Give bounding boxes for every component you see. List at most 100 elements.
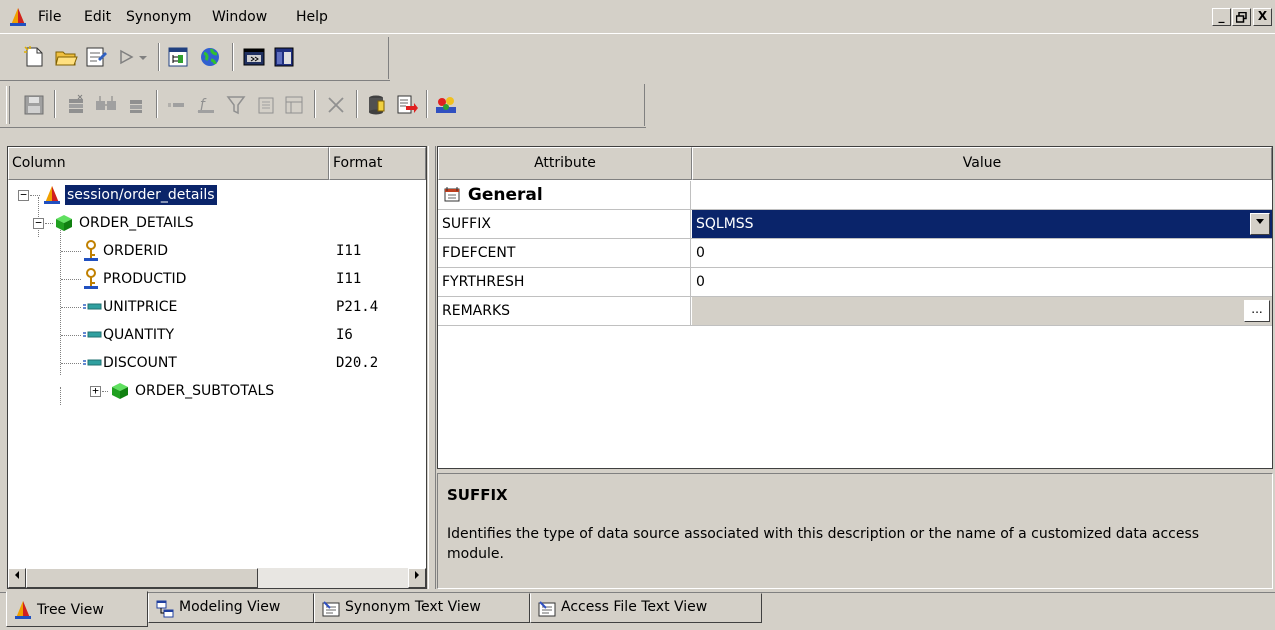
segment-icon[interactable] [64,93,88,117]
group-icon [444,187,460,202]
computed-field-icon[interactable]: ƒ [194,93,218,117]
open-folder-icon[interactable] [54,45,78,69]
globe-icon[interactable] [198,45,222,69]
properties-panel: Attribute Value General SUFFIX SQLMSS FD… [437,146,1273,469]
minimize-button[interactable]: _ [1212,8,1231,26]
field-label[interactable]: ORDERID [103,241,168,261]
remarks-value[interactable]: ... [692,297,1272,325]
menu-synonym[interactable]: Synonym [126,9,191,25]
restore-button[interactable] [1232,8,1251,26]
horizontal-scrollbar[interactable] [8,568,426,588]
collapse-toggle[interactable]: − [33,217,44,229]
properties-icon[interactable] [84,45,108,69]
tab-tree-view[interactable]: Tree View [6,591,148,627]
tree-row-field[interactable]: PRODUCTID I11 [8,265,426,293]
tree-row-subsegment[interactable]: + ORDER_SUBTOTALS [8,377,426,405]
export-icon[interactable] [394,93,418,117]
toolbar-separator [426,90,428,118]
field-label[interactable]: UNITPRICE [103,297,177,317]
tab-access-file-text-view[interactable]: Access File Text View [530,593,762,623]
property-value[interactable]: 0 [692,239,1272,267]
property-row-fyrthresh[interactable]: FYRTHRESH 0 [438,268,1272,297]
toolbar-grip[interactable] [6,86,10,124]
filter-icon[interactable] [224,93,248,117]
save-icon[interactable] [22,93,46,117]
tab-label: Synonym Text View [345,599,481,615]
property-attribute: FDEFCENT [438,239,691,267]
new-icon[interactable] [22,45,46,69]
field-label[interactable]: PRODUCTID [103,269,186,289]
scroll-left-button[interactable] [8,568,26,588]
ellipsis-button[interactable]: ... [1244,300,1270,322]
tree-panel-icon[interactable] [166,45,190,69]
tree-row-field[interactable]: ORDERID I11 [8,237,426,265]
delete-icon[interactable] [324,93,348,117]
field-icon [83,303,102,310]
tree-row-field[interactable]: QUANTITY I6 [8,321,426,349]
property-value[interactable]: 0 [692,268,1272,296]
chevron-down-icon [1256,219,1264,224]
tree-panel: Column Format − session/order_details − … [7,146,427,589]
group-icon[interactable] [282,93,306,117]
dropdown-arrow-icon[interactable] [136,45,150,69]
toolbar-separator [232,43,234,71]
property-value: SQLMSS [696,216,754,232]
window-icon[interactable] [272,45,296,69]
property-attribute: FYRTHRESH [438,268,691,296]
tree-view-icon [15,601,31,619]
scroll-thumb[interactable] [26,568,258,588]
toolbar-separator [54,90,56,118]
column-header[interactable]: Column [8,147,329,180]
tree-row-root[interactable]: − session/order_details [8,181,426,209]
menu-file[interactable]: File [38,9,61,25]
define-icon[interactable] [254,93,278,117]
group-value-cell [692,181,1272,209]
join-icon[interactable] [94,93,118,117]
database-icon[interactable] [364,93,388,117]
close-button[interactable]: X [1253,8,1272,26]
expand-toggle[interactable]: + [90,385,101,397]
run-icon[interactable] [114,45,138,69]
tree-row-field[interactable]: DISCOUNT D20.2 [8,349,426,377]
console-icon[interactable] [242,45,266,69]
property-row-remarks[interactable]: REMARKS ... [438,297,1272,326]
toolbar-separator [156,90,158,118]
menu-window[interactable]: Window [212,9,267,25]
field-icon[interactable] [164,93,188,117]
collapse-toggle[interactable]: − [18,189,29,201]
arrow-left-icon [15,571,19,579]
format-header[interactable]: Format [329,147,426,180]
menu-edit[interactable]: Edit [84,9,111,25]
attribute-header[interactable]: Attribute [438,147,692,180]
tree-root-label[interactable]: session/order_details [65,185,217,205]
property-row-fdefcent[interactable]: FDEFCENT 0 [438,239,1272,268]
value-header[interactable]: Value [692,147,1272,180]
field-label[interactable]: QUANTITY [103,325,174,345]
property-row-suffix[interactable]: SUFFIX SQLMSS [438,210,1272,239]
delete-segment-icon[interactable] [124,93,148,117]
menu-help[interactable]: Help [296,9,328,25]
tree-row-segment[interactable]: − ORDER_DETAILS [8,209,426,237]
pane-splitter[interactable] [428,146,436,589]
dropdown-button[interactable] [1250,213,1270,235]
field-format: I11 [336,243,362,259]
tab-synonym-text-view[interactable]: Synonym Text View [314,593,530,623]
tab-modeling-view[interactable]: Modeling View [148,593,314,623]
property-group-row[interactable]: General [438,181,1272,210]
scroll-right-button[interactable] [408,568,426,588]
tab-label: Tree View [37,602,104,618]
subsegment-label[interactable]: ORDER_SUBTOTALS [135,381,274,401]
tree-row-field[interactable]: UNITPRICE P21.4 [8,293,426,321]
field-icon [83,359,102,366]
segment-label[interactable]: ORDER_DETAILS [79,213,194,233]
restore-icon [1235,11,1247,23]
field-label[interactable]: DISCOUNT [103,353,177,373]
group-cell: General [438,181,691,209]
property-attribute: REMARKS [438,297,691,325]
field-format: I6 [336,327,353,343]
key-icon [84,268,98,289]
synonym-toolbar: ƒ [0,82,646,128]
analyze-icon[interactable] [434,93,458,117]
segment-cube-icon [112,383,128,399]
suffix-value-select[interactable]: SQLMSS [692,210,1272,238]
